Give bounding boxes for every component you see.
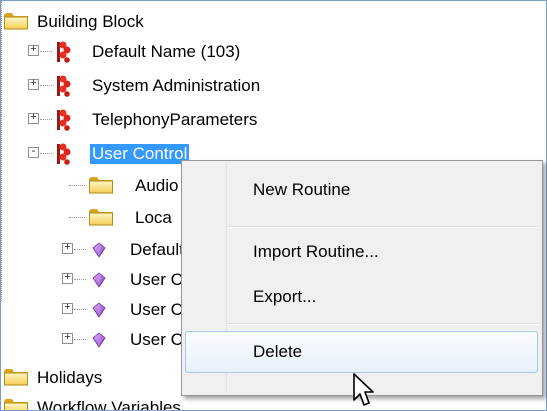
expand-plus-icon[interactable]: + (28, 45, 39, 56)
folder-icon (88, 175, 114, 195)
expand-plus-icon[interactable]: + (62, 333, 73, 344)
tree-node-root[interactable]: Building Block (1, 9, 546, 35)
collapse-minus-icon[interactable]: - (28, 147, 39, 158)
folder-icon (3, 367, 29, 387)
tree-node-label: System Administration (92, 76, 261, 95)
tree-node-label: User C (130, 300, 183, 319)
expand-plus-icon[interactable]: + (62, 303, 73, 314)
tree-node-label: Audio (135, 176, 179, 195)
tree-connector (40, 51, 52, 52)
tree-node-label: Holidays (37, 368, 103, 387)
menu-item-import-routine[interactable]: Import Routine... (253, 241, 379, 263)
tree-node-label: User C (130, 330, 183, 349)
routine-gem-icon (92, 272, 106, 288)
tree-node-root[interactable]: Workflow Variables (1, 395, 546, 411)
tree-connector (74, 339, 86, 340)
mouse-cursor-icon (353, 373, 374, 406)
building-block-icon (54, 41, 72, 63)
tree-connector (74, 309, 86, 310)
tree-connector (40, 153, 52, 154)
tree-node-label: Default (130, 240, 184, 259)
menu-separator (228, 226, 538, 228)
folder-icon (88, 207, 114, 227)
menu-item-highlight (185, 331, 538, 373)
menu-item-export[interactable]: Export... (253, 286, 316, 308)
tree-connector (69, 185, 85, 186)
building-block-icon (54, 143, 72, 165)
tree-node-label: TelephonyParameters (92, 110, 258, 129)
menu-item-delete[interactable]: Delete (253, 341, 302, 363)
tree-node-building-block[interactable]: + TelephonyParameters (1, 107, 546, 133)
tree-node-building-block[interactable]: + System Administration (1, 73, 546, 99)
expand-plus-icon[interactable]: + (28, 113, 39, 124)
building-block-icon (54, 109, 72, 131)
folder-icon (3, 11, 29, 31)
folder-icon (3, 397, 29, 411)
tree-node-label: Building Block (37, 12, 144, 31)
tree-node-label: User Control (90, 144, 190, 164)
tree-connector (40, 119, 52, 120)
expand-plus-icon[interactable]: + (62, 273, 73, 284)
menu-item-new-routine[interactable]: New Routine (253, 179, 350, 201)
tree-node-label: Default Name (103) (92, 42, 241, 61)
tree-connector (74, 279, 86, 280)
routine-gem-icon (92, 242, 106, 258)
building-block-icon (54, 75, 72, 97)
routine-gem-icon (92, 302, 106, 318)
menu-separator (228, 323, 538, 325)
tree-node-building-block[interactable]: + Default Name (103) (1, 39, 546, 65)
tree-connector (74, 249, 86, 250)
tree-node-label: Loca (135, 208, 172, 227)
expand-plus-icon[interactable]: + (28, 79, 39, 90)
expand-plus-icon[interactable]: + (62, 243, 73, 254)
tree-node-label: Workflow Variables (37, 398, 181, 411)
routine-gem-icon (92, 332, 106, 348)
context-menu: New Routine Import Routine... Export... … (181, 160, 543, 396)
tree-connector (69, 217, 85, 218)
tree-connector (40, 85, 52, 86)
tree-node-label: User C (130, 270, 183, 289)
